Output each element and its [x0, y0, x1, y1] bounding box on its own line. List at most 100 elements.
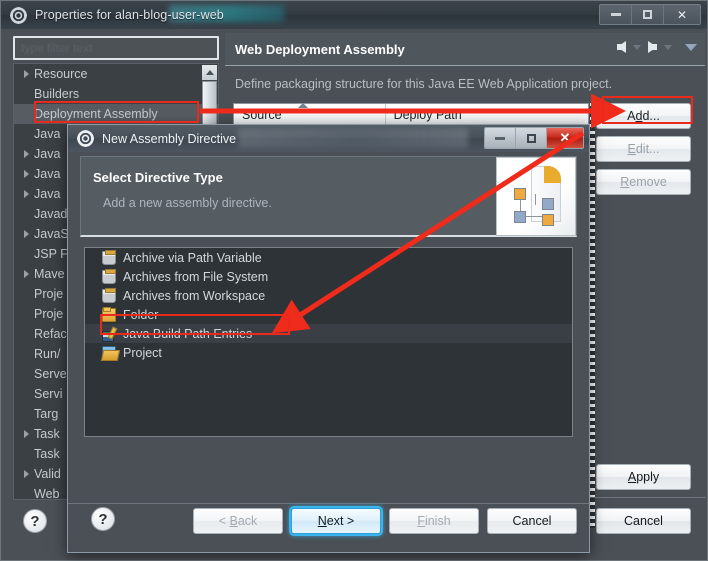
list-item-label: Java Build Path Entries	[123, 326, 253, 341]
dialog-maximize-button[interactable]	[516, 128, 547, 148]
gear-icon	[77, 130, 94, 147]
list-item[interactable]: Java Build Path Entries	[85, 324, 572, 343]
assembly-wizard-banner-icon	[496, 157, 576, 236]
wizard-banner: Select Directive Type Add a new assembly…	[80, 156, 577, 237]
edit-button-label: Edit...	[627, 142, 660, 156]
jar-icon	[102, 287, 116, 303]
tree-item-label: Deployment Assembly	[34, 107, 158, 121]
maximize-button[interactable]	[632, 5, 664, 24]
view-menu-chevron-down-icon[interactable]	[685, 43, 697, 51]
apply-button[interactable]: Apply	[596, 464, 691, 490]
dialog-cancel-button-label: Cancel	[512, 514, 552, 528]
dialog-minimize-button[interactable]	[485, 128, 516, 148]
page-title: Web Deployment Assembly	[235, 41, 405, 57]
tree-item-label: Web	[34, 487, 60, 500]
tree-item-label: Refac	[34, 327, 67, 341]
forward-history-chevron-down-icon[interactable]	[664, 44, 672, 50]
jar-icon	[102, 268, 116, 284]
back-history-chevron-down-icon[interactable]	[633, 44, 641, 50]
main-cancel-button[interactable]: Cancel	[596, 508, 691, 534]
add-button[interactable]: Add...	[596, 103, 691, 129]
expand-chevron-right-icon[interactable]	[18, 430, 34, 438]
screenshot-root: Properties for alan-blog-user-web ✕ type…	[0, 0, 708, 561]
tree-item-builders[interactable]: Builders	[14, 84, 218, 104]
tree-item-label: Valid	[34, 467, 61, 481]
tree-item-label: Mave	[34, 267, 65, 281]
next-button[interactable]: Next >	[291, 508, 381, 534]
forward-arrow-icon[interactable]	[648, 41, 657, 53]
remove-button-label: Remove	[620, 175, 667, 189]
tree-item-label: Resource	[34, 67, 88, 81]
dialog-titlebar-blurred-text	[238, 129, 468, 147]
list-item[interactable]: Archives from File System	[85, 267, 572, 286]
filter-input[interactable]: type filter text	[13, 36, 219, 60]
expand-chevron-right-icon[interactable]	[18, 70, 34, 78]
dialog-close-button[interactable]: ✕	[547, 128, 583, 148]
list-item[interactable]: Project	[85, 343, 572, 362]
tree-item-label: Java	[34, 147, 61, 161]
main-titlebar[interactable]: Properties for alan-blog-user-web ✕	[1, 1, 707, 29]
expand-chevron-right-icon[interactable]	[18, 270, 34, 278]
directive-type-list[interactable]: Archive via Path Variable Archives from F…	[84, 247, 573, 437]
minimize-button[interactable]	[600, 5, 632, 24]
main-cancel-button-label: Cancel	[624, 514, 663, 528]
header-navigation	[617, 41, 697, 53]
back-button-label: < Back	[218, 514, 258, 528]
tree-item-label: Task	[34, 427, 60, 441]
list-item-label: Archives from File System	[123, 269, 269, 284]
java-build-path-icon	[102, 327, 116, 342]
tree-item-label: Task	[34, 447, 60, 461]
dialog-window-controls: ✕	[484, 127, 584, 149]
tree-item-label: Java	[34, 187, 61, 201]
expand-chevron-right-icon[interactable]	[18, 150, 34, 158]
apply-button-label: Apply	[627, 470, 660, 484]
close-icon: ✕	[676, 7, 688, 22]
scroll-up-arrow-icon[interactable]	[202, 65, 217, 80]
tree-item-label: Proje	[34, 287, 64, 301]
list-item-label: Folder	[123, 307, 159, 322]
sort-ascending-icon	[298, 103, 308, 108]
page-header: Web Deployment Assembly	[225, 33, 705, 66]
filter-placeholder: type filter text	[21, 41, 93, 55]
list-item-label: Project	[123, 345, 162, 360]
list-item[interactable]: Archive via Path Variable	[85, 248, 572, 267]
banner-heading: Select Directive Type	[93, 170, 223, 185]
dialog-titlebar[interactable]: New Assembly Directive ✕	[68, 125, 589, 152]
list-item[interactable]: Archives from Workspace	[85, 286, 572, 305]
close-button[interactable]: ✕	[664, 5, 700, 24]
tree-item-resource[interactable]: Resource	[14, 64, 218, 84]
table-action-buttons: Add... Edit... Remove	[596, 103, 693, 202]
add-button-label: Add...	[627, 109, 660, 123]
directive-type-list-items: Archive via Path Variable Archives from F…	[85, 248, 572, 362]
project-icon	[102, 345, 116, 360]
window-title: Properties for alan-blog-user-web	[35, 8, 224, 22]
tree-item-label: Javad	[34, 207, 68, 221]
main-help-icon[interactable]: ?	[23, 509, 47, 533]
back-arrow-icon[interactable]	[617, 41, 626, 53]
finish-button-label: Finish	[417, 514, 451, 528]
tree-item-label: Proje	[34, 307, 64, 321]
expand-chevron-right-icon[interactable]	[18, 470, 34, 478]
tree-item-deployment-assembly[interactable]: Deployment Assembly	[14, 104, 218, 124]
edit-button[interactable]: Edit...	[596, 136, 691, 162]
expand-chevron-right-icon[interactable]	[18, 230, 34, 238]
folder-icon	[102, 306, 116, 322]
expand-chevron-right-icon[interactable]	[18, 170, 34, 178]
remove-button[interactable]: Remove	[596, 169, 691, 195]
list-item[interactable]: Folder	[85, 305, 572, 324]
page-description: Define packaging structure for this Java…	[235, 77, 613, 91]
banner-subtext: Add a new assembly directive.	[103, 196, 272, 210]
expand-chevron-right-icon[interactable]	[18, 190, 34, 198]
dialog-help-icon[interactable]: ?	[91, 507, 115, 531]
tree-item-label: Java	[34, 167, 61, 181]
table-vertical-scrollbar[interactable]	[590, 103, 595, 528]
tree-item-label: Servi	[34, 387, 63, 401]
dialog-cancel-button[interactable]: Cancel	[487, 508, 577, 534]
back-button[interactable]: < Back	[193, 508, 283, 534]
jar-icon	[102, 249, 116, 265]
tree-item-label: Run/	[34, 347, 61, 361]
new-assembly-directive-dialog: New Assembly Directive ✕ Select Directiv…	[67, 124, 590, 553]
list-item-label: Archive via Path Variable	[123, 250, 262, 265]
close-icon: ✕	[559, 130, 571, 145]
finish-button[interactable]: Finish	[389, 508, 479, 534]
